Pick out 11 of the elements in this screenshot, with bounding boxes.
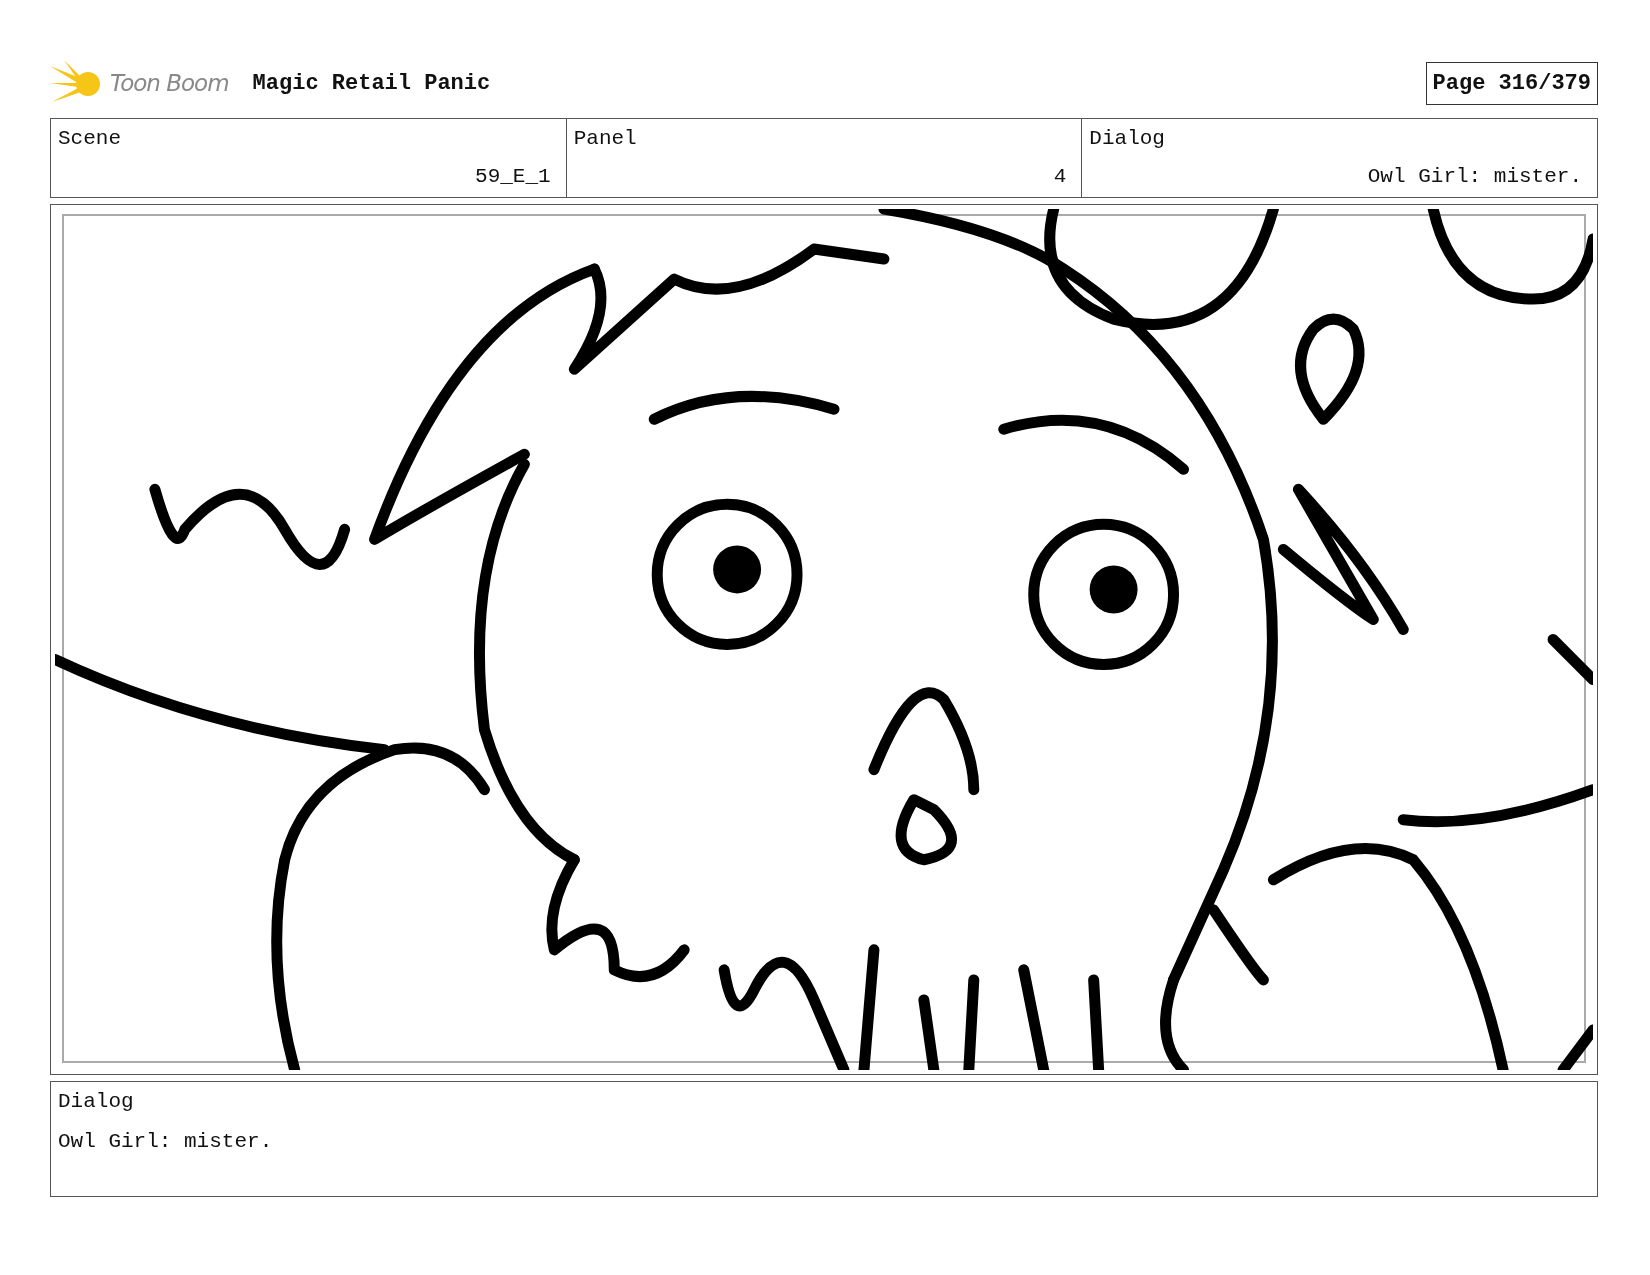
field-label: Panel <box>573 126 638 152</box>
dialog-label: Dialog <box>58 1089 135 1115</box>
field-value: 4 <box>1052 163 1068 190</box>
logo-text: Toon Boom <box>110 68 229 98</box>
field-value: 59_E_1 <box>474 163 552 190</box>
dialog-text: Owl Girl: mister. <box>58 1128 274 1155</box>
project-title: Magic Retail Panic <box>252 69 491 98</box>
field-label: Dialog <box>1089 126 1166 152</box>
field-label: Scene <box>58 126 122 152</box>
field-value: Owl Girl: mister. <box>1366 163 1583 190</box>
page-number: Page 316/379 <box>1425 61 1598 105</box>
